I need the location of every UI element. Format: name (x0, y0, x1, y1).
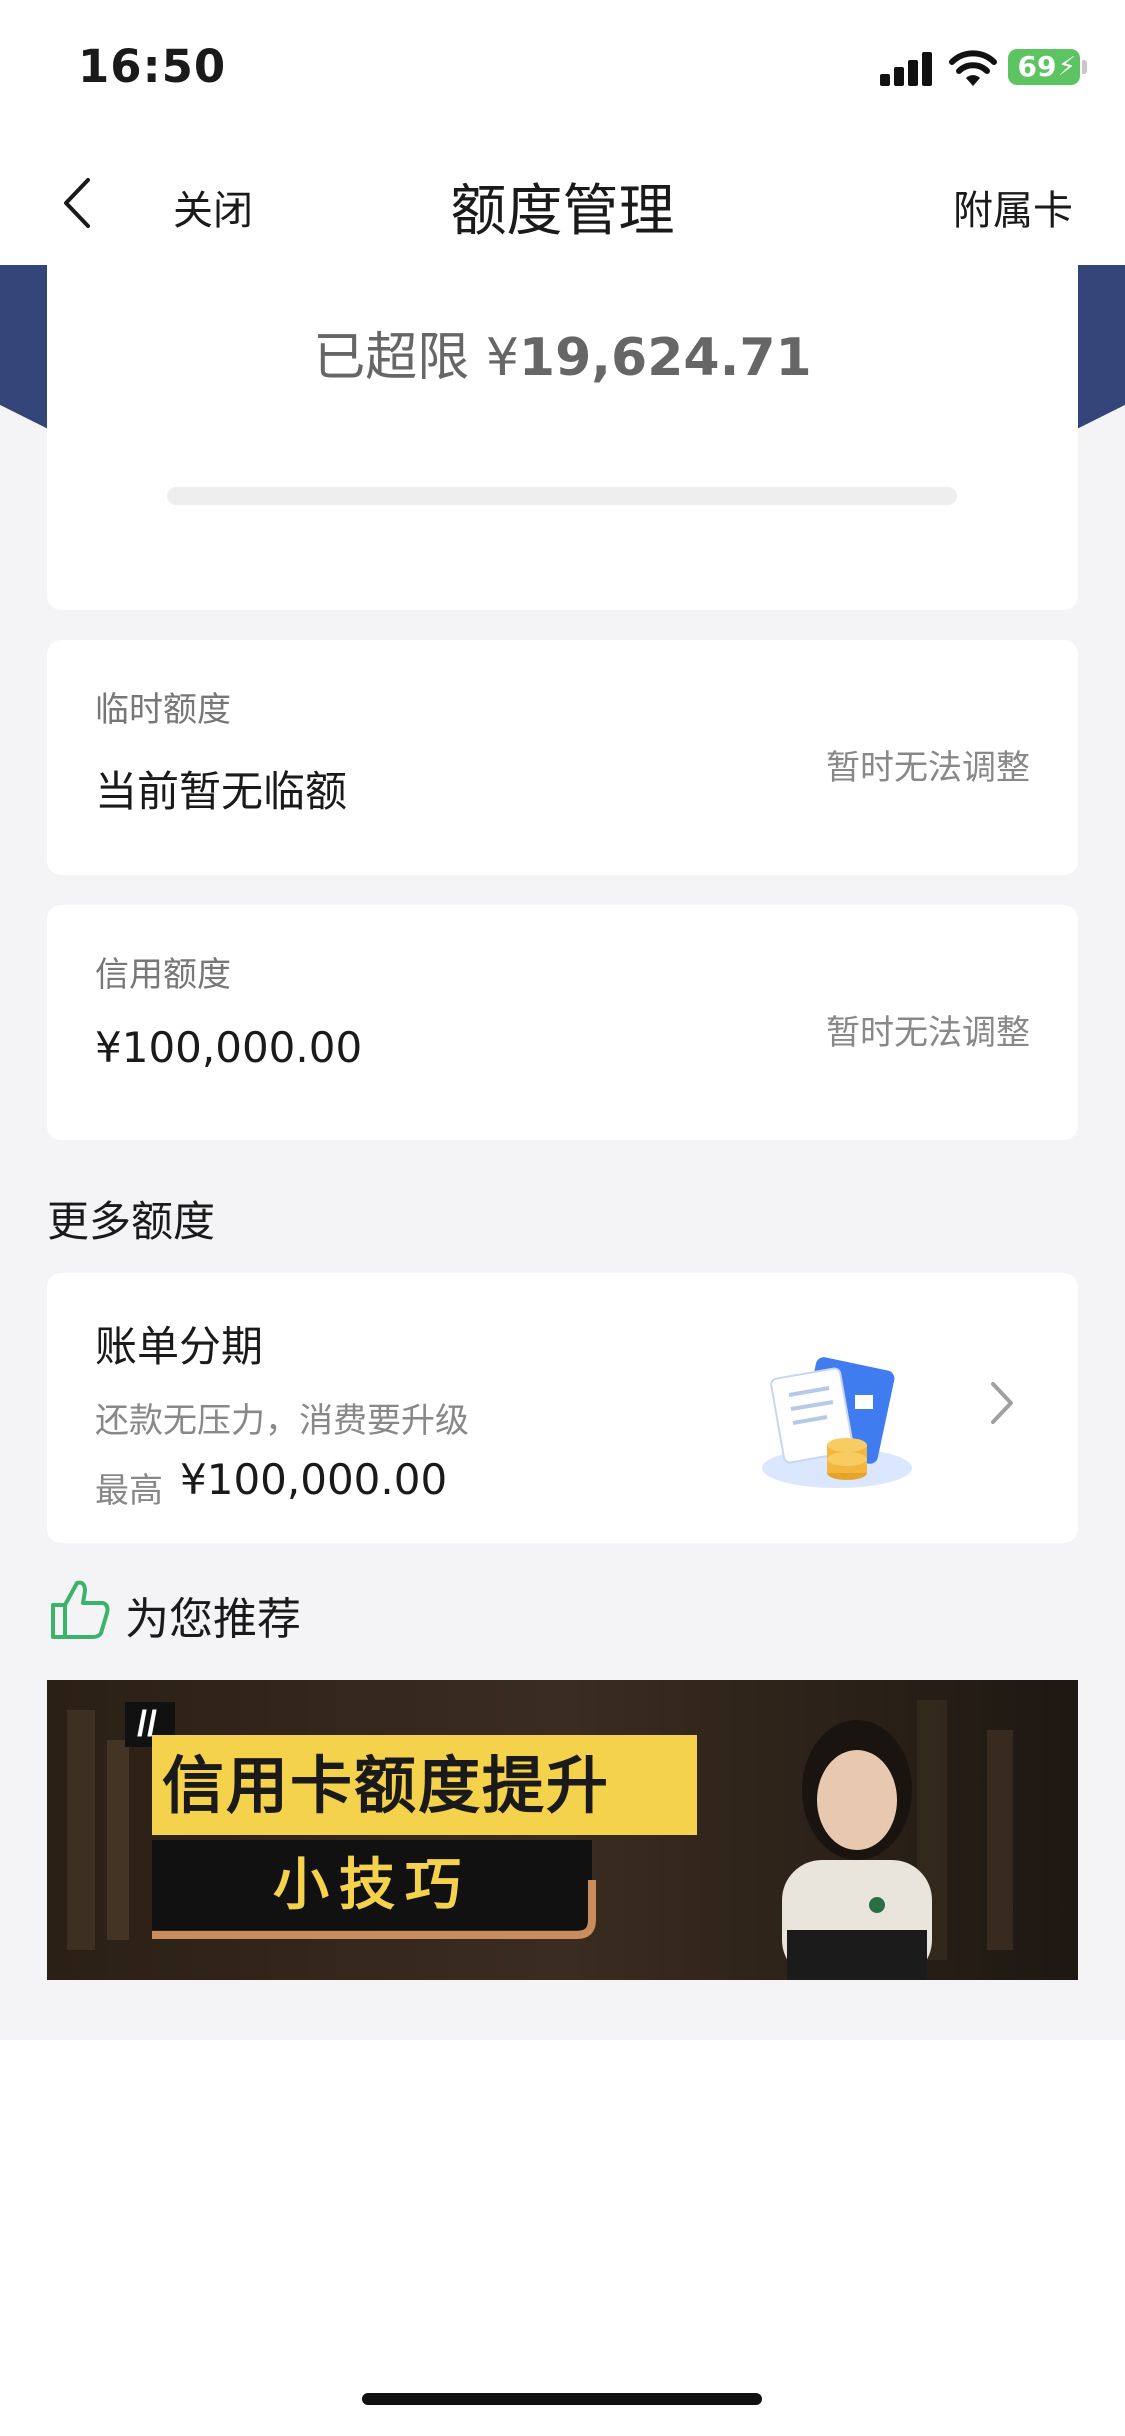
temporary-limit-status: 暂时无法调整 (826, 748, 1030, 788)
over-limit-value: 19,624.71 (518, 328, 812, 388)
battery-icon: 69 ⚡ (1008, 49, 1080, 85)
bill-installment-card[interactable]: 账单分期 还款无压力，消费要升级 最高 ¥100,000.00 (47, 1273, 1078, 1543)
charging-bolt-icon: ⚡ (1057, 52, 1076, 82)
limit-progress-bar (167, 487, 957, 505)
credit-limit-card[interactable]: 信用额度 ¥100,000.00 暂时无法调整 (47, 905, 1078, 1140)
status-bar: 16:50 69 ⚡ (0, 0, 1125, 140)
banner-subline: 小技巧 (273, 1853, 471, 1918)
temporary-limit-label: 临时额度 (95, 690, 231, 730)
over-limit-amount: 已超限 ¥19,624.71 (47, 315, 1078, 390)
status-time: 16:50 (78, 40, 227, 93)
content-area: 已超限 ¥19,624.71 临时额度 当前暂无临额 暂时无法调整 信用额度 ¥… (0, 265, 1125, 2040)
chevron-right-icon (991, 1382, 1013, 1424)
installment-max-label: 最高 (95, 1471, 163, 1511)
credit-tips-banner[interactable]: // 信用卡额度提升 小技巧 (47, 1680, 1078, 1980)
banner-headline: 信用卡额度提升 (162, 1749, 611, 1822)
recommend-title: 为您推荐 (125, 1594, 301, 1645)
installment-max-amount: ¥100,000.00 (180, 1455, 448, 1504)
credit-limit-value: ¥100,000.00 (95, 1023, 363, 1072)
temporary-limit-value: 当前暂无临额 (95, 767, 348, 816)
recommend-header: 为您推荐 (47, 1575, 647, 1645)
supplementary-card-button[interactable]: 附属卡 (953, 178, 1073, 236)
battery-cap (1082, 60, 1087, 74)
thumbs-up-icon (51, 1580, 110, 1639)
banner-artwork: // (47, 1680, 1078, 1980)
bill-coins-icon (762, 1357, 912, 1488)
credit-limit-status: 暂时无法调整 (826, 1013, 1030, 1053)
limit-overview-card: 已超限 ¥19,624.71 (47, 265, 1078, 610)
cellular-signal-icon (880, 52, 934, 86)
close-button[interactable]: 关闭 (173, 178, 253, 236)
installment-subtitle: 还款无压力，消费要升级 (95, 1401, 469, 1441)
over-limit-label: 已超限 (313, 328, 470, 388)
wifi-icon (949, 50, 997, 86)
currency-symbol: ¥ (485, 328, 519, 388)
temporary-limit-card[interactable]: 临时额度 当前暂无临额 暂时无法调整 (47, 640, 1078, 875)
home-indicator (362, 2393, 762, 2405)
navigation-bar: 额度管理 关闭 附属卡 (0, 140, 1125, 265)
more-limits-title: 更多额度 (47, 1197, 216, 1246)
installment-title: 账单分期 (95, 1322, 264, 1371)
page: 16:50 69 ⚡ 额度管理 关闭 附属卡 已超限 ¥19,624.71 临时… (0, 0, 1125, 2436)
credit-limit-label: 信用额度 (95, 955, 231, 995)
